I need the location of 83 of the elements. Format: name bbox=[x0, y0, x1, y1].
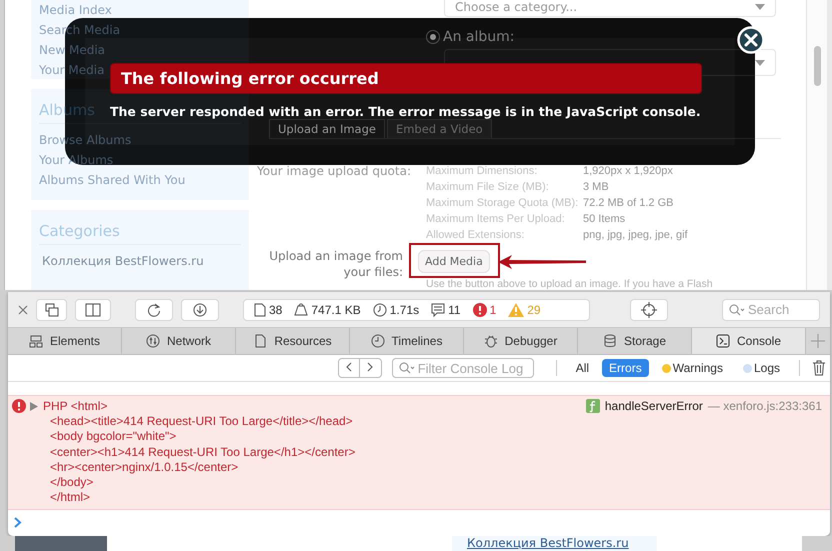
trash-icon bbox=[812, 360, 826, 376]
log-count: 11 bbox=[448, 302, 461, 316]
bug-icon bbox=[484, 334, 498, 348]
quota-value: 50 Items bbox=[583, 212, 626, 227]
inspect-button[interactable] bbox=[630, 298, 668, 320]
quota-name: Maximum Dimensions: bbox=[426, 164, 538, 179]
quota-name: Maximum File Size (MB): bbox=[426, 180, 550, 195]
tab[interactable]: Embed a Video bbox=[386, 119, 492, 138]
console-line: <center><h1>414 Request-URI Too Large</h1></center> bbox=[50, 444, 356, 460]
devtools-tab[interactable]: Console bbox=[692, 328, 806, 354]
category-link[interactable]: Коллекция BestFlowers.ru bbox=[42, 251, 204, 271]
console-line: </body> bbox=[50, 475, 94, 490]
quota-value: 3 MB bbox=[583, 180, 610, 195]
document-icon bbox=[253, 334, 268, 348]
radio-button[interactable] bbox=[426, 30, 440, 44]
reload-icon bbox=[147, 302, 161, 316]
warning-count: 29 bbox=[527, 302, 541, 316]
network-icon bbox=[146, 334, 160, 348]
tab[interactable]: Upload an Image bbox=[269, 119, 385, 138]
level-filter[interactable]: Logs bbox=[736, 359, 787, 377]
function-icon bbox=[586, 399, 600, 413]
clock-icon bbox=[370, 334, 385, 348]
error-icon bbox=[12, 399, 26, 413]
upload-label: Upload an image from your files: bbox=[268, 248, 403, 280]
page-size: 747.1 KB bbox=[311, 302, 361, 316]
radio-label: An album: bbox=[443, 29, 514, 46]
devtools-tab[interactable]: Elements bbox=[8, 328, 122, 354]
download-button[interactable] bbox=[181, 298, 219, 320]
speech-bubble-icon bbox=[431, 302, 446, 316]
reload-button[interactable] bbox=[135, 298, 173, 320]
console-line: <head><title>414 Request-URI Too Large</title></head> bbox=[50, 414, 354, 430]
quota-value: 72.2 MB of 1.2 GB bbox=[583, 196, 674, 211]
error-icon bbox=[472, 302, 487, 316]
split-panel-icon bbox=[85, 302, 101, 316]
source-location[interactable]: — xenforo.js:233:361 bbox=[708, 399, 822, 414]
quota-value: png, jpg, jpeg, jpe, gif bbox=[583, 228, 688, 243]
devtools-tab[interactable]: Debugger bbox=[464, 328, 578, 354]
category-dropdown[interactable]: Choose a category... bbox=[444, 0, 776, 18]
quota-value: 1,920px x 1,920px bbox=[583, 164, 674, 179]
caret-icon bbox=[755, 4, 765, 10]
devtools-tab[interactable]: Resources bbox=[236, 328, 350, 354]
devtools-tab[interactable]: Network bbox=[122, 328, 236, 354]
console-line: <body bgcolor="white"> bbox=[50, 429, 178, 445]
dock-button[interactable] bbox=[36, 298, 67, 320]
load-time: 1.71s bbox=[390, 302, 420, 316]
plus-icon bbox=[811, 334, 825, 348]
console-icon bbox=[716, 334, 730, 348]
crosshair-icon bbox=[641, 302, 657, 318]
hint-text: Use the button above to upload an image. If you have a Flash bbox=[426, 279, 714, 290]
section-heading: Categories bbox=[39, 222, 241, 245]
devtools-tab[interactable]: Timelines bbox=[350, 328, 464, 354]
elements-icon bbox=[28, 334, 43, 348]
weight-icon bbox=[294, 303, 308, 316]
add-media-button[interactable]: Add Media bbox=[418, 250, 490, 273]
search-icon bbox=[729, 304, 745, 316]
quota-name: Maximum Items Per Upload: bbox=[426, 212, 566, 227]
document-icon bbox=[254, 302, 266, 316]
quota-label: Your image upload quota: bbox=[256, 163, 411, 180]
console-line: PHP <html> bbox=[43, 399, 108, 414]
caret-icon bbox=[755, 60, 765, 66]
level-filter[interactable]: All bbox=[568, 359, 596, 377]
warning-icon bbox=[508, 302, 524, 316]
database-icon bbox=[602, 334, 617, 348]
search-icon bbox=[398, 362, 415, 374]
windows-icon bbox=[44, 302, 58, 316]
console-line: </html> bbox=[50, 490, 92, 506]
console-line: <hr><center>nginx/1.0.15</center> bbox=[50, 460, 240, 476]
level-filter[interactable]: Warnings bbox=[654, 359, 730, 377]
disclosure-triangle-icon bbox=[30, 402, 38, 412]
download-icon bbox=[193, 302, 207, 316]
prompt-chevron-icon bbox=[14, 516, 22, 528]
error-count: 1 bbox=[490, 302, 496, 316]
quota-name: Allowed Extensions: bbox=[426, 228, 526, 243]
scrollbar-thumb[interactable] bbox=[814, 46, 820, 86]
resource-count: 38 bbox=[269, 302, 282, 316]
error-title: The following error occurred bbox=[110, 63, 702, 94]
level-filter[interactable]: Errors bbox=[602, 359, 649, 377]
quota-name: Maximum Storage Quota (MB): bbox=[426, 196, 580, 211]
error-message: The server responded with an error. The error message is in the JavaScript console. bbox=[110, 104, 702, 119]
function-name[interactable]: handleServerError bbox=[604, 399, 703, 414]
split-button[interactable] bbox=[75, 298, 111, 320]
dashboard-panel[interactable]: 38 747.1 KB 1.71s 11 1 29 bbox=[243, 298, 590, 320]
clock-icon bbox=[372, 302, 387, 316]
